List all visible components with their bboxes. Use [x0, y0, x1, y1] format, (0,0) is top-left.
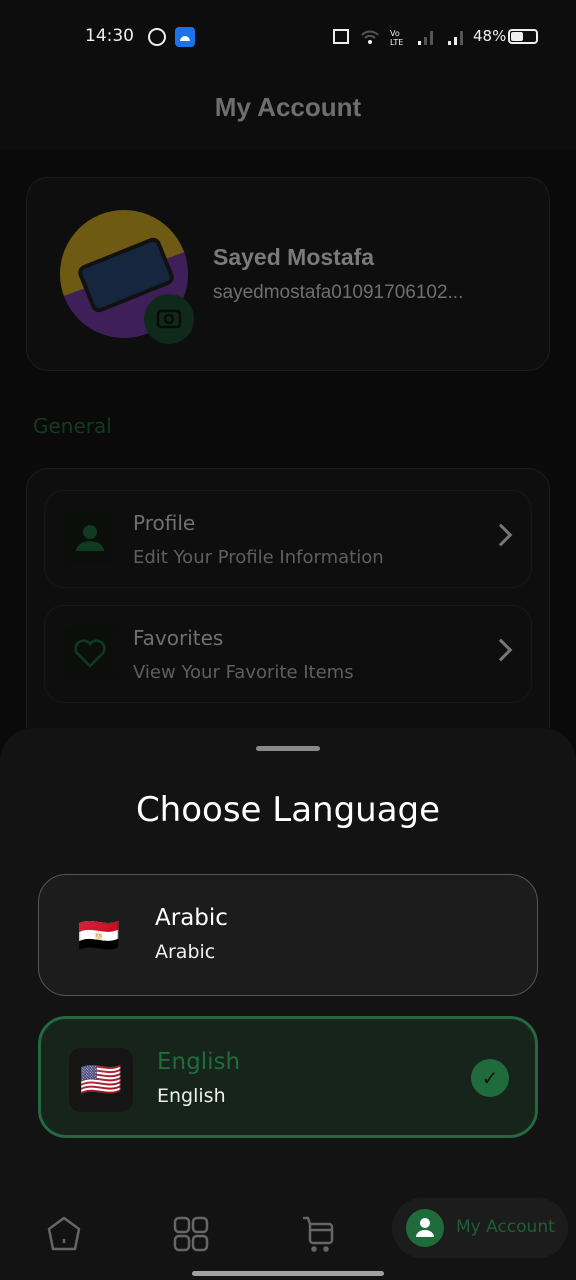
android-icon — [175, 27, 195, 47]
home-icon[interactable] — [45, 1215, 83, 1253]
nav-tab-my-account[interactable]: My Account — [392, 1198, 568, 1258]
profile-card: Sayed Mostafa sayedmostafa01091706102... — [26, 177, 550, 371]
section-general-title: General — [33, 414, 112, 438]
camera-icon — [156, 309, 182, 329]
person-icon — [416, 1218, 434, 1237]
user-email: sayedmostafa01091706102... — [213, 282, 464, 303]
language-subtitle: English — [157, 1085, 226, 1107]
chevron-right-icon — [489, 638, 513, 662]
signal-icon-2 — [448, 31, 463, 45]
menu-item-title: Favorites — [133, 626, 224, 650]
chevron-right-icon — [489, 523, 513, 547]
person-icon — [76, 525, 104, 551]
language-option-arabic[interactable]: 🇪🇬 Arabic Arabic — [38, 874, 538, 996]
home-indicator[interactable] — [192, 1271, 384, 1276]
notification-blocked-icon — [333, 29, 349, 44]
menu-item-title: Profile — [133, 511, 196, 535]
svg-text:Vo: Vo — [390, 29, 400, 38]
menu-item-favorites[interactable]: Favorites View Your Favorite Items — [44, 605, 532, 703]
change-photo-button[interactable] — [144, 294, 194, 344]
sheet-title: Choose Language — [135, 790, 441, 830]
battery-icon — [508, 29, 538, 44]
cart-icon[interactable] — [300, 1215, 338, 1253]
check-icon: ✓ — [471, 1059, 509, 1097]
categories-icon[interactable] — [172, 1215, 210, 1253]
user-name: Sayed Mostafa — [213, 244, 375, 270]
egypt-flag-icon: 🇪🇬 — [77, 916, 121, 956]
svg-text:LTE: LTE — [390, 38, 403, 47]
wifi-icon — [361, 30, 379, 44]
app-bar: My Account — [0, 72, 576, 150]
us-flag-icon: 🇺🇸 — [69, 1048, 133, 1112]
menu-item-subtitle: View Your Favorite Items — [133, 662, 354, 683]
battery-percent: 48% — [473, 27, 507, 45]
menu-item-profile[interactable]: Profile Edit Your Profile Information — [44, 490, 532, 588]
drag-handle[interactable] — [256, 746, 320, 751]
language-subtitle: Arabic — [155, 941, 216, 963]
menu-item-subtitle: Edit Your Profile Information — [133, 547, 384, 568]
clock: 14:30 — [85, 26, 134, 46]
signal-icon — [418, 31, 433, 45]
general-card: Profile Edit Your Profile Information Fa… — [26, 468, 550, 768]
whatsapp-icon — [148, 28, 166, 46]
heart-icon — [74, 639, 106, 668]
language-title: English — [157, 1049, 241, 1075]
language-option-english[interactable]: 🇺🇸 English English ✓ — [38, 1016, 538, 1138]
page-title: My Account — [214, 92, 362, 122]
volte-icon: VoLTE — [390, 29, 403, 47]
status-bar: 14:30 Vo LTE 48% — [0, 0, 576, 72]
nav-tab-label: My Account — [456, 1217, 555, 1237]
language-title: Arabic — [155, 905, 228, 931]
